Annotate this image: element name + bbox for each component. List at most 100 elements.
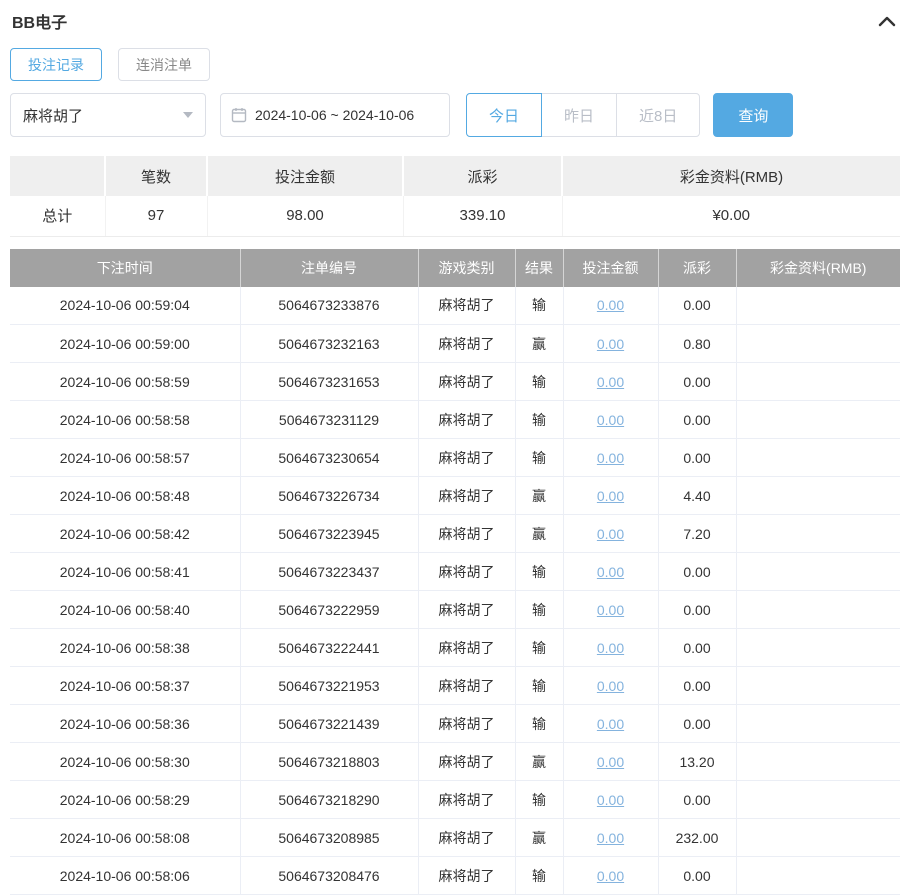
summary-col-bet-amount: 投注金额 bbox=[207, 156, 403, 196]
bet-amount-cell: 0.00 bbox=[563, 325, 658, 363]
bet-amount-cell: 0.00 bbox=[563, 667, 658, 705]
bet-time-cell: 2024-10-06 00:58:40 bbox=[10, 591, 240, 629]
summary-total-bet-amount: 98.00 bbox=[207, 196, 403, 236]
summary-total-payout: 339.10 bbox=[403, 196, 562, 236]
bet-amount-link[interactable]: 0.00 bbox=[597, 564, 624, 580]
bet-amount-link[interactable]: 0.00 bbox=[597, 640, 624, 656]
summary-header-row: 笔数 投注金额 派彩 彩金资料(RMB) bbox=[10, 156, 900, 196]
payout-cell: 0.00 bbox=[658, 401, 736, 439]
result-cell: 输 bbox=[515, 553, 563, 591]
bet-time-cell: 2024-10-06 00:58:37 bbox=[10, 667, 240, 705]
bet-amount-link[interactable]: 0.00 bbox=[597, 830, 624, 846]
game-type-cell: 麻将胡了 bbox=[418, 591, 515, 629]
result-cell: 输 bbox=[515, 363, 563, 401]
game-type-cell: 麻将胡了 bbox=[418, 439, 515, 477]
bet-amount-link[interactable]: 0.00 bbox=[597, 450, 624, 466]
bet-time-cell: 2024-10-06 00:58:58 bbox=[10, 401, 240, 439]
bet-amount-link[interactable]: 0.00 bbox=[597, 412, 624, 428]
order-id-cell: 5064673218290 bbox=[240, 781, 418, 819]
order-id-cell: 5064673218803 bbox=[240, 743, 418, 781]
table-row: 2024-10-06 00:58:425064673223945麻将胡了赢0.0… bbox=[10, 515, 900, 553]
bet-amount-cell: 0.00 bbox=[563, 287, 658, 325]
summary-total-count: 97 bbox=[105, 196, 207, 236]
bet-amount-cell: 0.00 bbox=[563, 401, 658, 439]
bet-time-cell: 2024-10-06 00:58:59 bbox=[10, 363, 240, 401]
bet-time-cell: 2024-10-06 00:58:08 bbox=[10, 819, 240, 857]
game-type-cell: 麻将胡了 bbox=[418, 743, 515, 781]
summary-col-payout: 派彩 bbox=[403, 156, 562, 196]
payout-cell: 0.00 bbox=[658, 781, 736, 819]
bet-amount-link[interactable]: 0.00 bbox=[597, 488, 624, 504]
calendar-icon bbox=[231, 107, 247, 123]
bet-amount-link[interactable]: 0.00 bbox=[597, 792, 624, 808]
bet-time-cell: 2024-10-06 00:58:42 bbox=[10, 515, 240, 553]
jackpot-cell bbox=[736, 629, 900, 667]
bet-amount-link[interactable]: 0.00 bbox=[597, 602, 624, 618]
game-type-cell: 麻将胡了 bbox=[418, 705, 515, 743]
jackpot-cell bbox=[736, 363, 900, 401]
jackpot-cell bbox=[736, 477, 900, 515]
order-id-cell: 5064673222959 bbox=[240, 591, 418, 629]
order-id-cell: 5064673208985 bbox=[240, 819, 418, 857]
result-cell: 输 bbox=[515, 439, 563, 477]
col-game-type: 游戏类别 bbox=[418, 249, 515, 287]
result-cell: 输 bbox=[515, 781, 563, 819]
tab-bet-records[interactable]: 投注记录 bbox=[10, 48, 102, 81]
yesterday-button[interactable]: 昨日 bbox=[541, 93, 617, 137]
chevron-up-icon bbox=[878, 15, 896, 30]
tab-cancelled-orders[interactable]: 连消注单 bbox=[118, 48, 210, 81]
bet-amount-link[interactable]: 0.00 bbox=[597, 678, 624, 694]
result-cell: 输 bbox=[515, 629, 563, 667]
summary-col-count: 笔数 bbox=[105, 156, 207, 196]
table-row: 2024-10-06 00:58:405064673222959麻将胡了输0.0… bbox=[10, 591, 900, 629]
payout-cell: 7.20 bbox=[658, 515, 736, 553]
game-type-cell: 麻将胡了 bbox=[418, 629, 515, 667]
bet-amount-link[interactable]: 0.00 bbox=[597, 754, 624, 770]
today-button[interactable]: 今日 bbox=[466, 93, 542, 137]
bet-table-header-row: 下注时间 注单编号 游戏类别 结果 投注金额 派彩 彩金资料(RMB) bbox=[10, 249, 900, 287]
jackpot-cell bbox=[736, 667, 900, 705]
order-id-cell: 5064673231653 bbox=[240, 363, 418, 401]
query-button[interactable]: 查询 bbox=[713, 93, 793, 137]
jackpot-cell bbox=[736, 325, 900, 363]
bet-amount-cell: 0.00 bbox=[563, 781, 658, 819]
jackpot-cell bbox=[736, 705, 900, 743]
filter-bar: 麻将胡了 2024-10-06 ~ 2024-10-06 今日 昨日 近8日 查… bbox=[10, 93, 900, 137]
result-cell: 赢 bbox=[515, 325, 563, 363]
order-id-cell: 5064673232163 bbox=[240, 325, 418, 363]
jackpot-cell bbox=[736, 781, 900, 819]
table-row: 2024-10-06 00:58:085064673208985麻将胡了赢0.0… bbox=[10, 819, 900, 857]
bet-amount-link[interactable]: 0.00 bbox=[597, 716, 624, 732]
bet-amount-link[interactable]: 0.00 bbox=[597, 526, 624, 542]
bet-amount-link[interactable]: 0.00 bbox=[597, 297, 624, 313]
last-8-days-button[interactable]: 近8日 bbox=[616, 93, 700, 137]
game-type-cell: 麻将胡了 bbox=[418, 401, 515, 439]
col-result: 结果 bbox=[515, 249, 563, 287]
bet-amount-cell: 0.00 bbox=[563, 629, 658, 667]
bet-amount-link[interactable]: 0.00 bbox=[597, 374, 624, 390]
table-row: 2024-10-06 00:58:385064673222441麻将胡了输0.0… bbox=[10, 629, 900, 667]
payout-cell: 0.00 bbox=[658, 363, 736, 401]
col-bet-time: 下注时间 bbox=[10, 249, 240, 287]
jackpot-cell bbox=[736, 591, 900, 629]
date-range-input[interactable]: 2024-10-06 ~ 2024-10-06 bbox=[220, 93, 450, 137]
game-type-cell: 麻将胡了 bbox=[418, 781, 515, 819]
bet-time-cell: 2024-10-06 00:59:00 bbox=[10, 325, 240, 363]
result-cell: 赢 bbox=[515, 515, 563, 553]
game-type-cell: 麻将胡了 bbox=[418, 287, 515, 325]
result-cell: 赢 bbox=[515, 477, 563, 515]
record-tabs: 投注记录 连消注单 bbox=[10, 48, 900, 81]
summary-col-jackpot: 彩金资料(RMB) bbox=[562, 156, 900, 196]
chevron-down-icon bbox=[183, 112, 193, 118]
bet-amount-link[interactable]: 0.00 bbox=[597, 336, 624, 352]
order-id-cell: 5064673222441 bbox=[240, 629, 418, 667]
game-type-select[interactable]: 麻将胡了 bbox=[10, 93, 206, 137]
col-bet-amount: 投注金额 bbox=[563, 249, 658, 287]
game-type-cell: 麻将胡了 bbox=[418, 477, 515, 515]
table-row: 2024-10-06 00:58:295064673218290麻将胡了输0.0… bbox=[10, 781, 900, 819]
result-cell: 输 bbox=[515, 667, 563, 705]
order-id-cell: 5064673230654 bbox=[240, 439, 418, 477]
jackpot-cell bbox=[736, 439, 900, 477]
collapse-toggle-button[interactable] bbox=[876, 13, 898, 29]
summary-total-jackpot: ¥0.00 bbox=[562, 196, 900, 236]
